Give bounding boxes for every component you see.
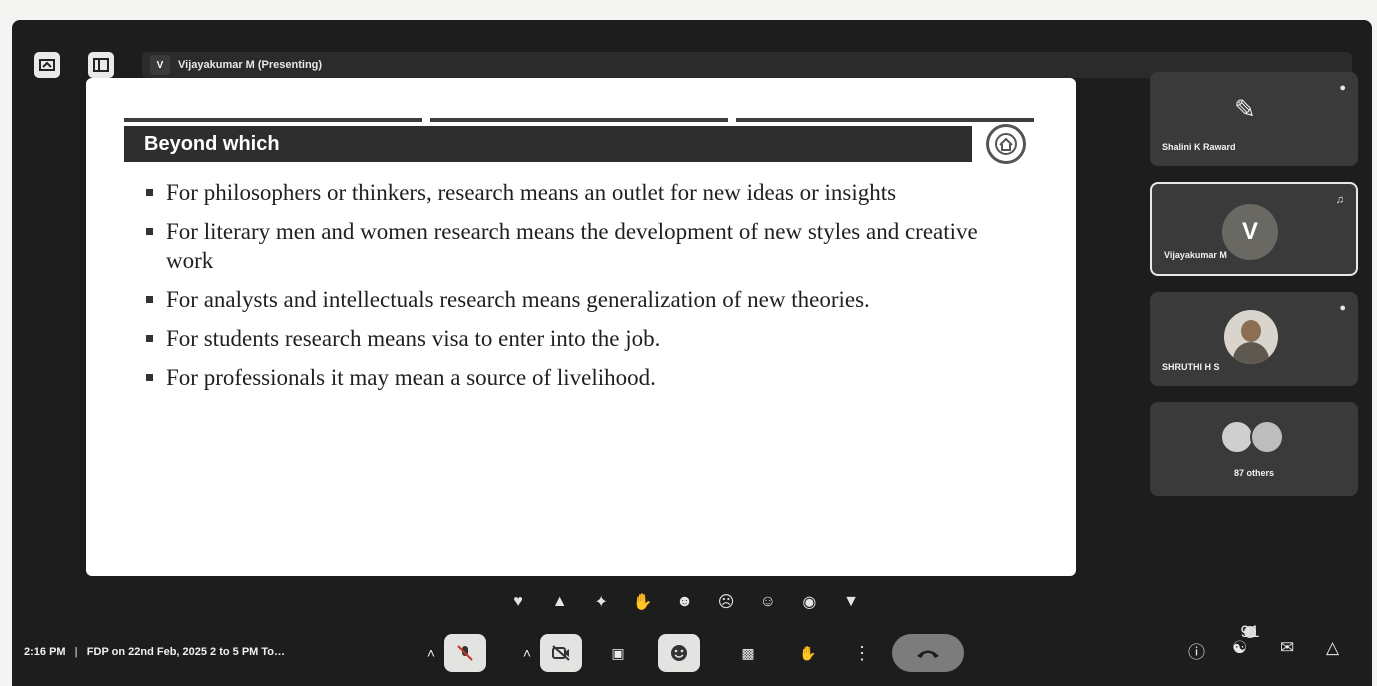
participant-tile[interactable]: ✎ ● Shalini K Raward xyxy=(1150,72,1358,166)
bullet-item: For analysts and intellectuals research … xyxy=(142,285,1022,314)
chat-icon[interactable]: ✉ xyxy=(1280,638,1294,658)
party-reaction-icon[interactable]: ✦ xyxy=(590,591,612,613)
layout-icon[interactable] xyxy=(88,52,114,78)
mic-muted-button[interactable] xyxy=(444,634,486,672)
clap-reaction-icon[interactable]: ✋ xyxy=(632,591,654,613)
reaction-bar: ♥ ▲ ✦ ✋ ☻ ☹ ☺ ◉ ▼ xyxy=(507,588,862,616)
bullet-item: For students research means visa to ente… xyxy=(142,324,1022,353)
emoji-reactions-button[interactable] xyxy=(658,634,700,672)
camera-options-chevron-icon[interactable]: ˄ xyxy=(518,634,536,672)
activities-icon[interactable]: △ xyxy=(1326,638,1339,658)
meeting-details-icon[interactable]: ⓘ xyxy=(1188,638,1205,663)
slide-title: Beyond which xyxy=(124,126,972,162)
sad-reaction-icon[interactable]: ☺ xyxy=(757,591,779,613)
thumbs-down-reaction-icon[interactable]: ▼ xyxy=(840,591,862,613)
thumbs-up-reaction-icon[interactable]: ▲ xyxy=(549,591,571,613)
shared-slide: Beyond which For philosophers or thinker… xyxy=(86,78,1076,576)
mic-options-chevron-icon[interactable]: ˄ xyxy=(422,634,440,672)
others-tile[interactable]: 87 others xyxy=(1150,402,1358,496)
muted-mic-icon: ● xyxy=(1339,302,1346,314)
others-count: 87 others xyxy=(1233,468,1275,478)
participant-tile[interactable]: ● SHRUTHI H S xyxy=(1150,292,1358,386)
participant-tile-active[interactable]: V ♫ Vijayakumar M xyxy=(1150,182,1358,276)
laugh-reaction-icon[interactable]: ☻ xyxy=(674,591,696,613)
speaking-indicator-icon: ♫ xyxy=(1335,194,1344,206)
meeting-title: FDP on 22nd Feb, 2025 2 to 5 PM To… xyxy=(86,646,286,658)
bullet-item: For philosophers or thinkers, research m… xyxy=(142,178,1022,207)
side-panel-icons: ⓘ ☯ 91 ✉ △ xyxy=(1188,622,1358,668)
heart-reaction-icon[interactable]: ♥ xyxy=(507,591,529,613)
presenter-label: Vijayakumar M (Presenting) xyxy=(178,59,323,71)
profile-photo-avatar xyxy=(1224,310,1278,364)
presenter-avatar: V xyxy=(150,55,170,75)
surprised-reaction-icon[interactable]: ☹ xyxy=(715,591,737,613)
people-count-badge: 91 xyxy=(1240,622,1260,641)
thinking-reaction-icon[interactable]: ◉ xyxy=(798,591,820,613)
more-options-icon[interactable]: ⋮ xyxy=(852,634,872,672)
participant-name: Vijayakumar M xyxy=(1164,250,1227,260)
others-avatars-icon xyxy=(1218,420,1290,454)
bullet-item: For literary men and women research mean… xyxy=(142,217,1022,275)
slide-bullet-list: For philosophers or thinkers, research m… xyxy=(142,178,1022,402)
muted-mic-icon: ● xyxy=(1339,82,1346,94)
hand-drawn-avatar-icon: ✎ xyxy=(1234,94,1256,124)
present-screen-button[interactable]: ▩ xyxy=(730,634,766,672)
meeting-info: 2:16 PM | FDP on 22nd Feb, 2025 2 to 5 P… xyxy=(24,646,286,658)
camera-off-button[interactable] xyxy=(540,634,582,672)
leave-call-button[interactable] xyxy=(892,634,964,672)
bullet-item: For professionals it may mean a source o… xyxy=(142,363,1022,392)
slide-header-rules xyxy=(124,118,1034,122)
meeting-window: V Vijayakumar M (Presenting) Beyond whic… xyxy=(12,20,1372,686)
top-bar: V Vijayakumar M (Presenting) xyxy=(12,20,1372,78)
bottom-control-bar: 2:16 PM | FDP on 22nd Feb, 2025 2 to 5 P… xyxy=(12,620,1372,686)
participant-avatar: V xyxy=(1222,204,1278,260)
participant-name: Shalini K Raward xyxy=(1162,142,1236,152)
clock-time: 2:16 PM xyxy=(24,646,66,658)
institution-logo-icon xyxy=(986,124,1026,164)
participant-name: SHRUTHI H S xyxy=(1162,362,1220,372)
raise-hand-button[interactable]: ✋ xyxy=(790,634,826,672)
pin-icon[interactable] xyxy=(34,52,60,78)
captions-button[interactable]: ▣ xyxy=(600,634,636,672)
